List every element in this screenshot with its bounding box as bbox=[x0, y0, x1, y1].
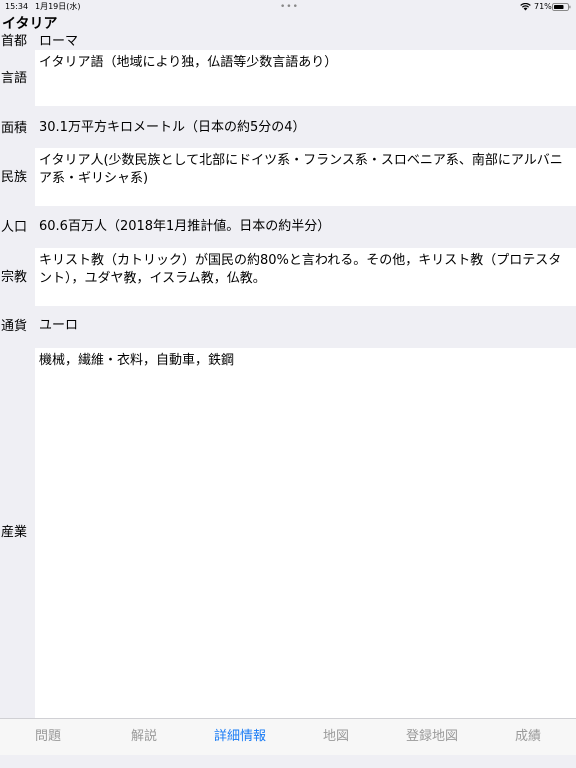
tab-details[interactable]: 詳細情報 bbox=[192, 719, 288, 755]
row-label: 言語 bbox=[1, 71, 28, 86]
row-value: ローマ bbox=[39, 34, 79, 49]
detail-row-religion: 宗教 キリスト教（カトリック）が国民の約80%と言われる。その他，キリスト教（プ… bbox=[0, 248, 576, 306]
page-title: イタリア bbox=[2, 16, 58, 32]
wifi-icon bbox=[520, 3, 531, 11]
row-label: 民族 bbox=[1, 170, 28, 185]
tab-bar: 問題 解説 詳細情報 地図 登録地図 成績 bbox=[0, 718, 576, 755]
row-value: 30.1万平方キロメートル（日本の約5分の4） bbox=[39, 120, 306, 135]
row-value: 60.6百万人（2018年1月推計値。日本の約半分） bbox=[39, 219, 331, 234]
detail-row-population: 人口 60.6百万人（2018年1月推計値。日本の約半分） bbox=[0, 206, 576, 248]
detail-row-industry: 産業 機械，繊維・衣料，自動車，鉄鋼 bbox=[0, 348, 576, 718]
tab-questions[interactable]: 問題 bbox=[0, 719, 96, 755]
row-value: イタリア人(少数民族として北部にドイツ系・フランス系・スロベニア系、南部にアルバ… bbox=[35, 148, 576, 206]
detail-row-area: 面積 30.1万平方キロメートル（日本の約5分の4） bbox=[0, 106, 576, 148]
row-value: イタリア語（地域により独，仏語等少数言語あり） bbox=[35, 50, 576, 106]
detail-row-currency: 通貨 ユーロ bbox=[0, 306, 576, 348]
row-label: 宗教 bbox=[1, 270, 28, 285]
status-date: 1月19日(水) bbox=[35, 2, 81, 11]
battery-percentage: 71% bbox=[534, 2, 552, 11]
status-time: 15:34 bbox=[5, 2, 29, 11]
detail-row-ethnicity: 民族 イタリア人(少数民族として北部にドイツ系・フランス系・スロベニア系、南部に… bbox=[0, 148, 576, 206]
screen: 15:34 1月19日(水) ••• 71% イタリア 首都 ローマ 言語 イタ… bbox=[0, 0, 576, 768]
row-label: 通貨 bbox=[1, 319, 28, 334]
home-indicator-area bbox=[0, 755, 576, 768]
tab-map[interactable]: 地図 bbox=[288, 719, 384, 755]
row-label: 面積 bbox=[1, 121, 28, 136]
tab-explanation[interactable]: 解説 bbox=[96, 719, 192, 755]
detail-row-capital: 首都 ローマ bbox=[0, 34, 576, 50]
row-label: 産業 bbox=[1, 525, 28, 540]
tab-registered-map[interactable]: 登録地図 bbox=[384, 719, 480, 755]
row-label: 首都 bbox=[1, 34, 28, 49]
row-value: キリスト教（カトリック）が国民の約80%と言われる。その他，キリスト教（プロテス… bbox=[35, 248, 576, 306]
multitasking-dots-icon[interactable]: ••• bbox=[280, 0, 299, 14]
status-bar: 15:34 1月19日(水) ••• 71% bbox=[0, 0, 576, 14]
row-value: ユーロ bbox=[39, 318, 79, 333]
tab-results[interactable]: 成績 bbox=[480, 719, 576, 755]
battery-icon bbox=[552, 3, 571, 11]
row-value: 機械，繊維・衣料，自動車，鉄鋼 bbox=[35, 348, 576, 718]
detail-row-language: 言語 イタリア語（地域により独，仏語等少数言語あり） bbox=[0, 50, 576, 106]
row-label: 人口 bbox=[1, 220, 28, 235]
